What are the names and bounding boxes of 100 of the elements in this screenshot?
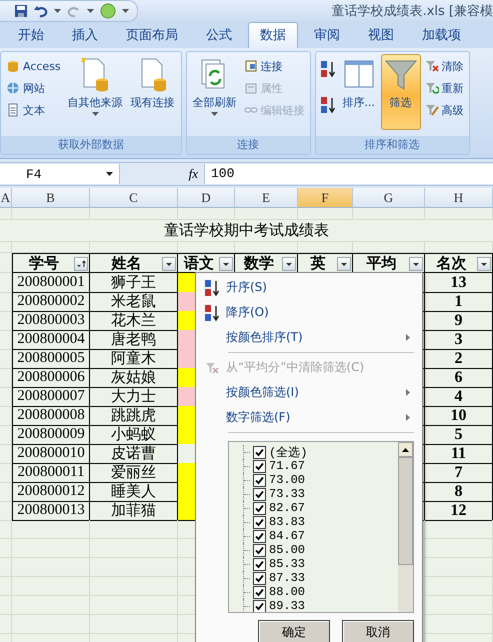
grid-cell (298, 208, 353, 220)
column-header[interactable]: B (12, 188, 90, 208)
caret-icon (87, 9, 94, 13)
ribbon-button[interactable]: 排序... (338, 54, 379, 130)
ribbon-button[interactable]: 筛选 (380, 54, 421, 130)
caret-icon (411, 260, 421, 268)
undo-icon[interactable] (34, 4, 48, 18)
grid-cell (0, 444, 12, 464)
table-header: 数学 (235, 253, 298, 273)
function-button[interactable]: fx (188, 166, 198, 182)
table-cell: 200800012 (12, 482, 90, 502)
filter-button[interactable] (477, 257, 491, 271)
ribbon-button[interactable]: 重新 (422, 78, 466, 98)
menu-item[interactable]: 按颜色排序(T) (198, 325, 420, 350)
scrollbar[interactable] (398, 442, 413, 612)
ribbon-tab[interactable]: 数据 (248, 22, 298, 48)
sort-descending-button[interactable] (318, 96, 337, 114)
submenu-arrow-icon (406, 414, 410, 421)
ribbon-button[interactable]: 连接 (242, 56, 307, 76)
menu-item[interactable]: 升序(S) (198, 275, 420, 300)
ribbon-tab[interactable]: 开始 (6, 22, 56, 48)
value-checkbox[interactable]: 89.33 (243, 599, 398, 612)
filter-button[interactable] (162, 257, 176, 271)
value-checkbox[interactable]: 83.83 (243, 515, 398, 529)
ribbon-tab[interactable]: 视图 (356, 22, 406, 48)
column-header[interactable]: F (298, 188, 353, 208)
properties-icon (244, 81, 258, 95)
menu-item[interactable]: 数字筛选(F) (198, 405, 420, 430)
value-checkbox[interactable]: 87.33 (243, 571, 398, 585)
table-cell: 200800004 (12, 330, 90, 350)
menu-item[interactable]: 降序(O) (198, 300, 420, 325)
table-cell: 2 (425, 349, 493, 369)
grid-cell (0, 292, 12, 312)
ribbon-button[interactable]: 自其他来源 (64, 54, 126, 130)
connection-icon (244, 59, 258, 73)
group-title: 连接 (186, 136, 310, 154)
submenu-arrow-icon (406, 389, 410, 396)
menu-item[interactable]: 按颜色筛选(I) (198, 380, 420, 405)
grid-cell (425, 577, 493, 596)
table-cell: 4 (425, 387, 493, 407)
table-cell: 200800011 (12, 463, 90, 483)
filter-button[interactable] (409, 257, 423, 271)
ribbon-button[interactable]: 全部刷新 (190, 54, 240, 130)
column-header[interactable]: A (0, 188, 12, 208)
value-checkbox[interactable]: 84.67 (243, 529, 398, 543)
ribbon-tab[interactable]: 加载项 (410, 22, 473, 48)
value-checkbox[interactable]: 82.67 (243, 501, 398, 515)
table-cell: 1 (425, 292, 493, 312)
grid-cell (425, 520, 493, 539)
column-header[interactable]: H (425, 188, 493, 208)
table-cell: 6 (425, 368, 493, 388)
value-checkbox[interactable]: 73.33 (243, 487, 398, 501)
caret-icon (106, 172, 113, 176)
table-header: 英 (298, 253, 353, 273)
column-header[interactable]: G (353, 188, 425, 208)
ribbon-button[interactable]: Access (4, 56, 63, 76)
save-icon[interactable] (14, 4, 28, 18)
circle-icon[interactable] (100, 3, 116, 19)
column-header[interactable]: D (178, 188, 235, 208)
column-header[interactable]: E (235, 188, 298, 208)
group-title: 获取外部数据 (1, 136, 181, 154)
database-icon (6, 59, 20, 73)
caret-icon (479, 260, 489, 268)
ribbon-button[interactable]: 文本 (4, 100, 63, 120)
ribbon-tab[interactable]: 插入 (60, 22, 110, 48)
ribbon-button[interactable]: 清除 (422, 56, 466, 76)
value-checkbox[interactable]: (全选) (243, 445, 398, 459)
ribbon-button[interactable]: 网站 (4, 78, 63, 98)
value-checkbox[interactable]: 71.67 (243, 459, 398, 473)
ribbon-button[interactable]: 现有连接 (128, 54, 178, 130)
table-cell: 3 (425, 330, 493, 350)
table-header: 姓名 (90, 253, 178, 273)
scroll-up-icon (402, 448, 409, 452)
value-checkbox[interactable]: 85.33 (243, 557, 398, 571)
filter-button[interactable] (74, 257, 88, 271)
ribbon-button[interactable]: 高级 (422, 100, 466, 120)
sort-descending-icon (318, 96, 337, 114)
ribbon-tab[interactable]: 公式 (194, 22, 244, 48)
grid-cell (425, 596, 493, 615)
table-cell: 9 (425, 311, 493, 331)
ribbon-tab[interactable]: 审阅 (302, 22, 352, 48)
grid-cell (0, 539, 12, 558)
table-header: 语文 (178, 253, 235, 273)
ribbon-tab[interactable]: 页面布局 (114, 22, 190, 48)
dialog-button[interactable]: 确定 (258, 620, 330, 642)
value-checkbox[interactable]: 88.00 (243, 585, 398, 599)
value-checkbox[interactable]: 73.00 (243, 473, 398, 487)
table-cell: 200800005 (12, 349, 90, 369)
grid-cell (425, 558, 493, 577)
sort-ascending-button[interactable] (318, 60, 337, 78)
name-box[interactable]: F4 (0, 164, 120, 184)
table-cell: 200800013 (12, 501, 90, 521)
dialog-button[interactable]: 取消 (342, 620, 414, 642)
value-checkbox[interactable]: 85.00 (243, 543, 398, 557)
column-header[interactable]: C (90, 188, 178, 208)
formula-field[interactable]: 100 (205, 164, 493, 184)
filter-button[interactable] (282, 257, 296, 271)
table-cell: 200800010 (12, 444, 90, 464)
filter-button[interactable] (219, 257, 233, 271)
filter-button[interactable] (337, 257, 351, 271)
